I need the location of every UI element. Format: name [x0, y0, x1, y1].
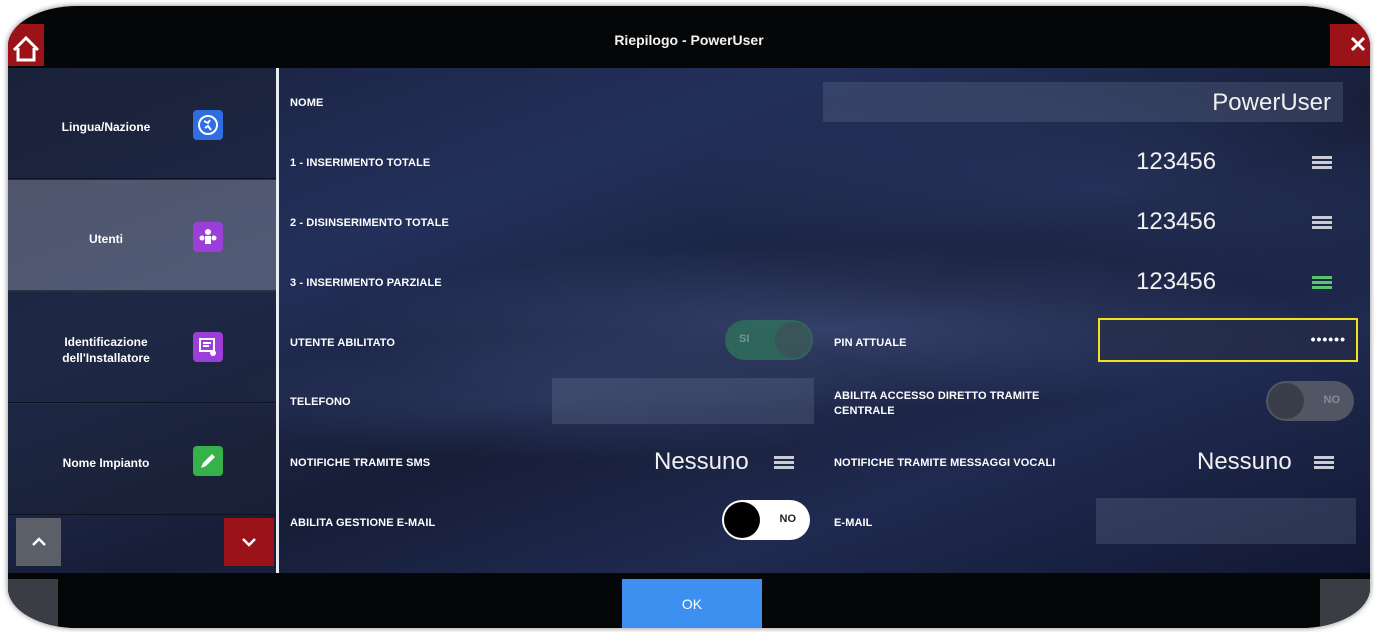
sidebar-item-label: Lingua/Nazione	[61, 120, 151, 134]
corner-next-button[interactable]	[1320, 579, 1370, 628]
sidebar: Lingua/Nazione Utenti Identificazione de…	[8, 68, 276, 573]
nome-value: PowerUser	[1212, 89, 1331, 116]
notifiche-vocali-label: NOTIFICHE TRAMITE MESSAGGI VOCALI	[834, 457, 1056, 469]
email-label: E-MAIL	[834, 517, 873, 529]
utente-abilitato-label: UTENTE ABILITATO	[290, 337, 396, 349]
menu-icon[interactable]	[1312, 156, 1332, 170]
accesso-diretto-toggle[interactable]: NO	[1266, 381, 1354, 421]
close-icon	[1350, 36, 1366, 52]
app-window: Riepilogo - PowerUser Lingua/Nazione Ute…	[8, 6, 1370, 628]
accesso-diretto-label: ABILITA ACCESSO DIRETTO TRAMITE CENTRALE	[834, 390, 1040, 417]
nome-label: NOME	[290, 97, 324, 109]
users-icon	[193, 222, 223, 252]
title-bar: Riepilogo - PowerUser	[8, 6, 1370, 68]
sidebar-item-nome-impianto[interactable]: Nome Impianto	[8, 404, 276, 515]
code-1-value: 123456	[1136, 148, 1217, 175]
pin-attuale-field[interactable]: ••••••	[1098, 318, 1358, 362]
menu-icon[interactable]	[1312, 216, 1332, 230]
toggle-knob	[1268, 383, 1304, 419]
toggle-knob	[775, 322, 811, 358]
sidebar-item-installatore[interactable]: Identificazione dell'Installatore	[8, 292, 276, 403]
notifiche-vocali-value: Nessuno	[1197, 448, 1292, 475]
close-button[interactable]	[1330, 24, 1370, 66]
code-2-label: 2 - DISINSERIMENTO TOTALE	[290, 217, 449, 229]
menu-icon[interactable]	[1312, 276, 1332, 290]
sidebar-divider	[276, 68, 279, 573]
sidebar-item-label: Utenti	[89, 232, 123, 246]
code-2-value: 123456	[1136, 208, 1217, 235]
scroll-up-button[interactable]	[16, 518, 61, 566]
sidebar-item-label: Identificazione dell'Installatore	[62, 335, 150, 365]
corner-back-button[interactable]	[8, 579, 58, 628]
toggle-text: NO	[1323, 394, 1341, 406]
chevron-down-icon	[242, 538, 256, 547]
sidebar-item-lingua[interactable]: Lingua/Nazione	[8, 68, 276, 179]
main-content: Lingua/Nazione Utenti Identificazione de…	[8, 68, 1370, 573]
globe-icon	[193, 110, 223, 140]
code-3-label: 3 - INSERIMENTO PARZIALE	[290, 277, 442, 289]
sidebar-item-utenti[interactable]: Utenti	[8, 180, 276, 291]
toggle-text: SI	[739, 333, 750, 345]
scroll-down-button[interactable]	[224, 518, 274, 566]
pin-attuale-value: ••••••	[1310, 331, 1346, 347]
email-field[interactable]	[1096, 498, 1356, 544]
telefono-field[interactable]	[552, 378, 814, 424]
toggle-text: NO	[779, 513, 797, 525]
chevron-up-icon	[31, 537, 46, 546]
code-3-value: 123456	[1136, 268, 1217, 295]
notifiche-sms-value: Nessuno	[654, 448, 749, 475]
installer-id-icon	[193, 332, 223, 362]
telefono-label: TELEFONO	[290, 396, 351, 408]
notifiche-sms-label: NOTIFICHE TRAMITE SMS	[290, 457, 431, 469]
window-title: Riepilogo - PowerUser	[614, 32, 764, 48]
gestione-email-toggle[interactable]: NO	[722, 500, 810, 540]
pin-attuale-label: PIN ATTUALE	[834, 337, 907, 349]
toggle-knob	[724, 502, 760, 538]
footer-bar: OK	[8, 573, 1370, 628]
sidebar-item-label: Nome Impianto	[62, 456, 150, 470]
menu-icon[interactable]	[1314, 456, 1334, 470]
code-1-label: 1 - INSERIMENTO TOTALE	[290, 157, 431, 169]
ok-button[interactable]: OK	[622, 579, 762, 628]
menu-icon[interactable]	[774, 456, 794, 470]
pencil-icon	[193, 446, 223, 476]
nome-field[interactable]: PowerUser	[823, 82, 1343, 122]
gestione-email-label: ABILITA GESTIONE E-MAIL	[290, 517, 436, 529]
utente-abilitato-toggle[interactable]: SI	[725, 320, 813, 360]
